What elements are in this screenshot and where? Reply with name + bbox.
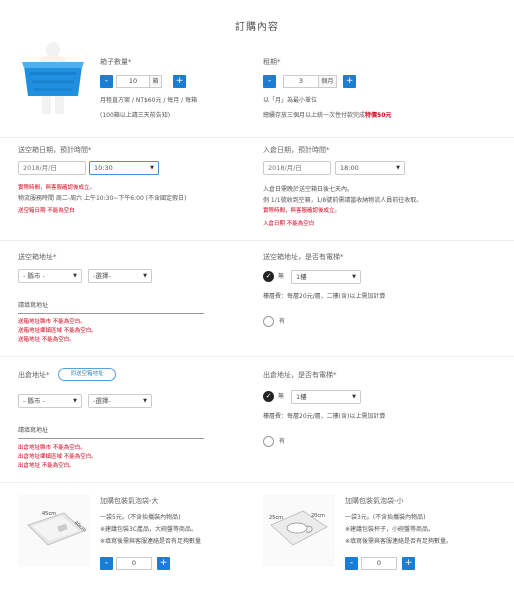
delivery-address-input[interactable]: 請填寫地址 [18,300,48,311]
pickup-date-label: 入倉日期，預計時間* [263,146,330,154]
outbound-elevator-yes-label: 有 [279,438,286,445]
outbound-elevator-yes-radio[interactable] [263,436,274,447]
delivery-date-input[interactable]: 2018/月/日 [18,161,86,175]
addon-small-plus-button[interactable]: + [402,557,415,570]
period-discount-text: 總續存放三個月以上統一次性付款完成 [263,112,366,119]
delivery-elevator-label: 送空箱地址，是否有電梯* [263,253,344,261]
outbound-address-underline [18,438,204,439]
outbound-address-error-district: 出倉地址鄉鎮區域 不能為空白。 [18,454,97,460]
addon-small-minus-button[interactable]: - [345,557,358,570]
addon-large-note2: ※填寫後需與客服連絡是否有足夠數量 [100,538,202,545]
period-discount-highlight: 特價50元 [365,112,392,119]
delivery-time-select[interactable]: 10:30 ▼ [89,161,159,175]
addon-small-qty-input[interactable]: 0 [361,557,397,570]
chevron-down-icon: ▼ [143,273,147,279]
delivery-confirm-warning: 實際時間，與客服確認後成立。 [18,185,96,191]
addon-large-plus-button[interactable]: + [157,557,170,570]
same-as-delivery-button[interactable]: 同送空箱地址 [58,368,116,381]
delivery-city-select[interactable]: - 縣市 - ▼ [18,269,82,283]
period-plus-button[interactable]: + [343,75,356,88]
delivery-floor-select[interactable]: 1樓 ▼ [291,270,361,284]
box-bulk-note: (100箱以上請三天前告知) [100,112,171,119]
chevron-down-icon: ▼ [143,398,147,404]
addon-large-price: 一袋5元。(不含抬攜裝內物品) [100,514,181,521]
delivery-date-label: 送空箱日期，預計時間* [18,146,92,154]
delivery-address-error-detail: 送箱地址 不能為空白。 [18,337,75,343]
pickup-time-select[interactable]: 18:00 ▼ [335,161,405,175]
outbound-address-error-detail: 出倉地址 不能為空白。 [18,463,75,469]
bubble-bag-small-height-label: 20cm [311,513,325,519]
delivery-service-hours-note: 物流服務時間 周二-周六 上午10:30~下午6:00 (不含國定假日) [18,195,187,202]
delivery-district-select[interactable]: -選擇- ▼ [88,269,152,283]
delivery-date-error: 送空箱日期 不能為空白 [18,208,75,214]
elevator-no-checked-icon[interactable]: ✓ [263,271,274,282]
bubble-bag-small-width-label: 25cm [269,515,283,521]
box-illustration [18,42,88,114]
outbound-floor-fee-note: 樓層費：每層20元/層，二樓(含)以上需加計算 [263,413,386,420]
pickup-date-input[interactable]: 2018/月/日 [263,161,331,175]
chevron-down-icon: ▼ [73,398,77,404]
box-price-note: 月租直方案 / NT$60元 / 每月 / 每箱 [100,97,198,104]
period-unit: 個月 [319,75,337,88]
delivery-address-label: 送空箱地址* [18,253,57,261]
pickup-example-note: 例 1/1號收到空箱，1/8號前需請當收納物流人員前往收取。 [263,197,423,204]
outbound-address-label: 出倉地址* [18,371,50,379]
bubble-bag-large-width-label: 45cm [42,511,56,517]
outbound-elevator-label: 出倉地址，是否有電梯* [263,371,337,379]
outbound-address-error-city: 出倉地址縣市 不能為空白。 [18,445,86,451]
addon-small-price: 一袋3元。(不含抬攜裝內物品) [345,514,426,521]
elevator-yes-label: 有 [279,318,286,325]
chevron-down-icon: ▼ [396,165,400,171]
elevator-yes-radio[interactable] [263,316,274,327]
addon-large-title: 加購包裝氣泡袋-大 [100,497,159,505]
chevron-down-icon: ▼ [352,274,356,280]
outbound-elevator-no-checked-icon[interactable]: ✓ [263,391,274,402]
page-title: 訂購內容 [235,22,279,33]
delivery-address-error-district: 送箱地址鄉鎮區域 不能為空白。 [18,328,97,334]
period-minus-button[interactable]: - [263,75,276,88]
addon-small-title: 加購包裝氣泡袋-小 [345,497,404,505]
period-unit-note: 以「月」為最小單位 [263,97,318,104]
chevron-down-icon: ▼ [150,165,154,171]
addon-large-note1: ※建議包裝3C產品，大碗盤等商品。 [100,526,198,533]
delivery-floor-fee-note: 樓層費：每層20元/層，二樓(含)以上需加計算 [263,293,386,300]
addon-small-note1: ※建議包裝杯子，小碗盤等商品。 [345,526,435,533]
addon-small-note2: ※填寫後需與客服連絡是否有足夠數量。 [345,538,453,545]
delivery-address-underline [18,313,204,314]
bubble-bag-large-image: 45cm 40cm [18,495,90,567]
elevator-no-label: 無 [278,273,285,280]
box-qty-minus-button[interactable]: - [100,75,113,88]
outbound-elevator-no-label: 無 [278,393,285,400]
pickup-date-error: 入倉日期 不能為空白 [263,221,315,227]
outbound-city-select[interactable]: - 縣市 - ▼ [18,394,82,408]
box-qty-plus-button[interactable]: + [173,75,186,88]
chevron-down-icon: ▼ [73,273,77,279]
bubble-bag-small-image: 25cm 20cm [263,495,335,567]
addon-large-minus-button[interactable]: - [100,557,113,570]
period-label: 租期* [263,58,281,66]
period-discount-note: 總續存放三個月以上統一次性付款完成特價50元 [263,110,391,121]
box-qty-input[interactable]: 10 [116,75,150,88]
outbound-district-select[interactable]: -選擇- ▼ [88,394,152,408]
pickup-confirm-warning: 實際時間，與客服確認後成立。 [263,208,341,214]
chevron-down-icon: ▼ [352,394,356,400]
outbound-floor-select[interactable]: 1樓 ▼ [291,390,361,404]
addon-large-qty-input[interactable]: 0 [116,557,152,570]
pickup-rule-note: 入倉日需晚於送空箱日後七天內。 [263,186,354,193]
period-input[interactable]: 3 [283,75,319,88]
delivery-address-error-city: 送箱地址縣市 不能為空白。 [18,319,86,325]
outbound-address-input[interactable]: 請填寫地址 [18,425,48,436]
box-qty-label: 箱子數量* [100,58,132,66]
box-qty-unit: 箱 [150,75,162,88]
